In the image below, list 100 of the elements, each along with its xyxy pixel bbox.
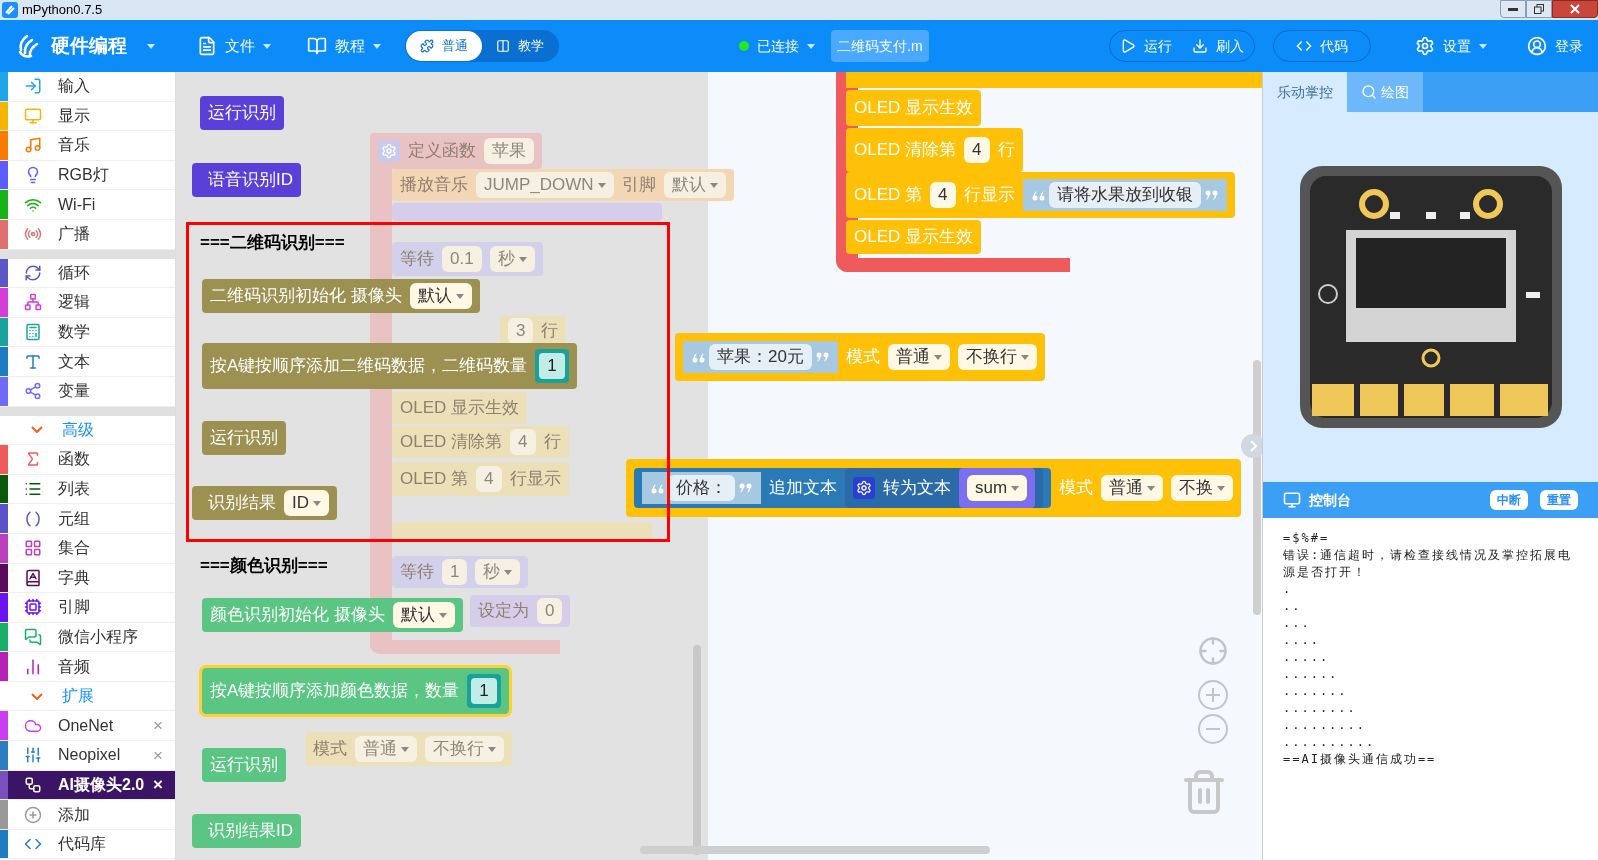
number-field[interactable]: 1 (467, 674, 501, 708)
close-button[interactable] (1552, 0, 1598, 18)
category-item[interactable]: 代码库 (0, 829, 175, 860)
category-item[interactable]: 音频 (0, 652, 175, 682)
category-label: 微信小程序 (58, 627, 138, 647)
category-item[interactable]: 微信小程序 (0, 622, 175, 653)
minimize-button[interactable] (1500, 0, 1526, 18)
restore-icon (1534, 4, 1544, 14)
grid-icon (24, 539, 42, 558)
collapse-button[interactable] (1241, 434, 1262, 458)
category-item[interactable]: 逻辑 (0, 288, 175, 318)
block-label: 模式 (845, 346, 880, 369)
block-label: 按A键按顺序添加颜色数据，数量 (210, 680, 460, 703)
block-label: 转为文本 (883, 477, 951, 500)
block-dropdown[interactable]: 默认 (392, 602, 455, 628)
calculator-icon (24, 323, 42, 342)
category-item[interactable]: 添加 (0, 800, 175, 830)
category-label: 添加 (58, 804, 90, 825)
nested-block[interactable]: 价格： 追加文本 转为文本 sum (634, 468, 1052, 508)
restore-button[interactable] (1526, 0, 1552, 18)
category-item[interactable]: 循环 (0, 258, 175, 289)
number-field[interactable]: 1 (535, 349, 569, 383)
category-item[interactable]: 文本 (0, 347, 175, 377)
console-line: ==AI摄像头通信成功== (1283, 751, 1438, 768)
puzzle-icon (420, 39, 434, 53)
mode-tab[interactable]: 教学 (482, 31, 558, 61)
category-item[interactable]: 广播 (0, 219, 175, 250)
code-block[interactable]: 价格： 追加文本 转为文本 sum 模式 普通 不换 (626, 459, 1242, 517)
gear-icon[interactable] (853, 477, 875, 499)
category-item[interactable]: 字典 (0, 563, 175, 594)
category-label: 输入 (58, 76, 90, 97)
block-dropdown[interactable]: sum (967, 475, 1028, 501)
category-item[interactable]: Neopixel × (0, 741, 175, 771)
category-item[interactable]: OneNet × (0, 711, 175, 742)
string-field[interactable]: 请将水果放到收银 (1048, 182, 1201, 208)
code-block[interactable]: 语音识别ID (192, 163, 301, 197)
code-block[interactable]: 运行识别 (200, 96, 284, 130)
block-label: 颜色识别初始化 摄像头 (210, 604, 385, 627)
category-label: 循环 (58, 262, 90, 283)
block-dropdown[interactable]: 普通 (1101, 475, 1164, 501)
category-item[interactable]: 变量 (0, 376, 175, 407)
scrollbar[interactable] (640, 846, 990, 854)
block-label: OLED 显示生效 (854, 226, 974, 249)
code-block[interactable]: 识别结果 ID (192, 486, 337, 520)
caret-icon (1020, 354, 1029, 360)
string-field[interactable]: 价格： (668, 475, 735, 501)
category-item[interactable]: 集合 (0, 533, 175, 564)
category-label: 代码库 (58, 834, 106, 855)
category-item[interactable]: 音乐 (0, 131, 175, 161)
zoom-out-button[interactable] (1198, 714, 1228, 744)
nested-block[interactable]: 转为文本 sum (845, 468, 1044, 508)
console-line: .... (1283, 632, 1321, 649)
category-item[interactable]: 显示 (0, 101, 175, 132)
category-item[interactable]: Wi-Fi (0, 190, 175, 220)
block-label: OLED 清除第 (854, 139, 957, 162)
console-line: 错误:通信超时，请检查接线情况及掌控拓展电源是否打开！ (1283, 547, 1574, 581)
code-block[interactable]: OLED 第 4 行显示 请将水果放到收银 (846, 172, 1235, 218)
console-line: =$%#= (1283, 530, 1331, 547)
category-item[interactable]: 函数 (0, 445, 175, 475)
search-icon (1361, 84, 1377, 100)
category-item[interactable]: AI摄像头2.0 × (0, 770, 175, 801)
console-line: ..... (1283, 649, 1331, 666)
console-line: ....... (1283, 683, 1349, 700)
code-block[interactable]: 二维码识别初始化 摄像头 默认 (202, 279, 480, 313)
category-item[interactable]: RGB灯 (0, 160, 175, 191)
monitor-icon (1283, 491, 1301, 509)
settings-icon (1414, 36, 1435, 56)
quote-icon (691, 351, 705, 363)
category-label: 显示 (58, 105, 90, 126)
zoom-in-button[interactable] (1198, 680, 1228, 710)
category-label: 集合 (58, 538, 90, 559)
scrollbar[interactable] (1253, 360, 1261, 615)
caret-icon (147, 43, 155, 49)
category-item[interactable]: 列表 (0, 474, 175, 505)
status-label: 已连接 (757, 36, 799, 56)
minimize-icon (1508, 7, 1518, 11)
mode-tab[interactable]: 普通 (406, 31, 482, 61)
remove-button[interactable]: × (153, 772, 163, 798)
category-item[interactable]: 元组 (0, 504, 175, 534)
block-dropdown[interactable]: 普通 (887, 344, 950, 370)
block-dropdown[interactable]: 不换行 (957, 344, 1037, 370)
code-block[interactable]: 按A键按顺序添加二维码数据，二维码数量 1 (202, 343, 577, 389)
code-block[interactable]: 苹果：20元 模式 普通 不换行 (675, 333, 1045, 381)
panel-tab[interactable]: 乐动掌控 (1263, 72, 1347, 112)
string-field[interactable]: 苹果：20元 (709, 344, 812, 370)
caret-icon (401, 746, 409, 752)
code-block[interactable]: 按A键按顺序添加颜色数据，数量 1 (202, 668, 509, 714)
code-block[interactable]: 颜色识别初始化 摄像头 默认 (202, 598, 463, 632)
category-item[interactable]: 输入 (0, 72, 175, 102)
chip-icon (24, 598, 42, 617)
file-icon (197, 36, 217, 56)
block-dropdown[interactable]: 默认 (409, 283, 472, 309)
block-field[interactable]: 4 (964, 137, 990, 163)
block-field[interactable]: 4 (930, 182, 956, 208)
block-dropdown[interactable]: ID (284, 490, 329, 516)
code-block[interactable]: OLED 清除第 4 行 (846, 128, 1023, 172)
block-dropdown[interactable]: 不换 (1171, 475, 1234, 501)
category-item[interactable]: 数学 (0, 317, 175, 348)
nested-block[interactable]: sum (959, 468, 1036, 508)
category-item[interactable]: 引脚 (0, 593, 175, 623)
